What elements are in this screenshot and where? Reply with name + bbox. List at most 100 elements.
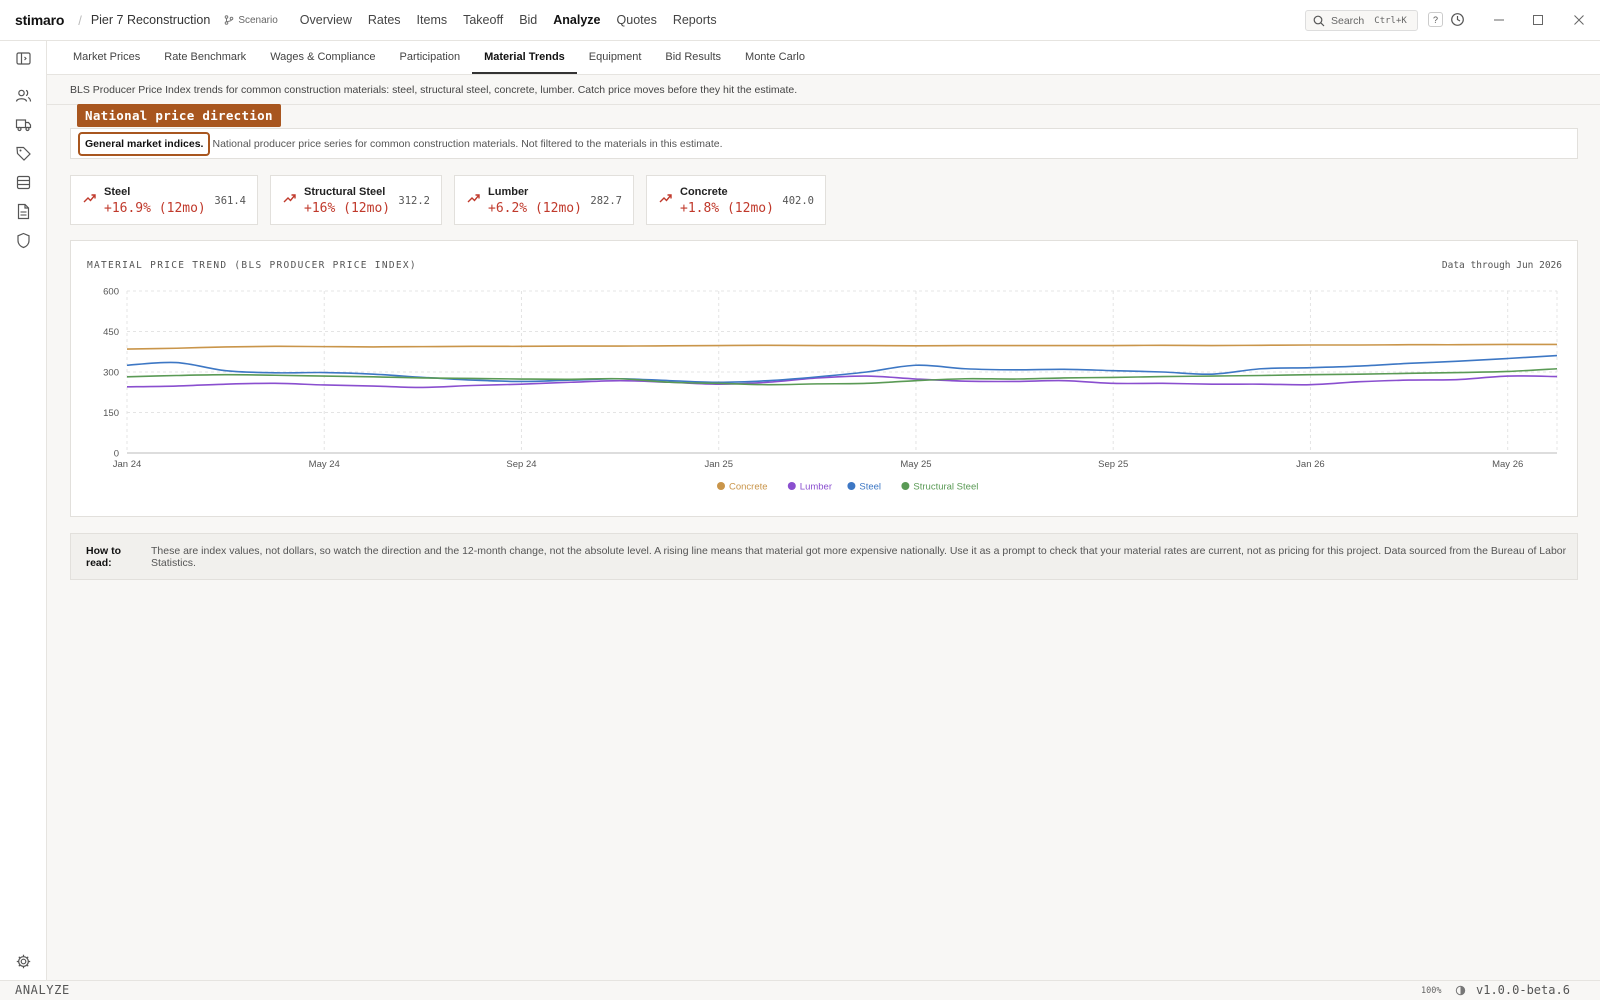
series-line-steel bbox=[126, 354, 1558, 384]
material-index-value: 361.4 bbox=[214, 195, 246, 207]
nav-reports[interactable]: Reports bbox=[665, 13, 725, 27]
material-card-lumber[interactable]: Lumber +6.2% (12mo) 282.7 bbox=[454, 175, 634, 225]
how-to-read-text: These are index values, not dollars, so … bbox=[150, 544, 1567, 569]
x-tick-label: May 25 bbox=[900, 459, 931, 470]
material-cards: Steel +16.9% (12mo) 361.4 Structural Steel +… bbox=[70, 175, 826, 225]
material-change: +1.8% (12mo) bbox=[680, 201, 774, 216]
material-name: Structural Steel bbox=[304, 186, 386, 198]
document-icon[interactable] bbox=[15, 203, 32, 220]
top-bar: stimaro / Pier 7 Reconstruction Scenario… bbox=[0, 0, 1600, 41]
x-tick-label: Jan 24 bbox=[113, 459, 142, 470]
tab-participation[interactable]: Participation bbox=[388, 41, 473, 74]
notice-banner: General market indices. National produce… bbox=[70, 128, 1578, 159]
legend-marker-steel bbox=[847, 482, 856, 490]
tab-material-trends[interactable]: Material Trends bbox=[472, 41, 577, 74]
status-mode: ANALYZE bbox=[15, 983, 70, 997]
material-index-value: 312.2 bbox=[398, 195, 430, 207]
status-bar: ANALYZE 100% v1.0.0-beta.6 bbox=[0, 980, 1600, 1000]
branch-icon bbox=[225, 15, 234, 25]
history-icon[interactable] bbox=[1450, 12, 1465, 27]
material-name: Lumber bbox=[488, 186, 529, 198]
tab-wages-and-compliance[interactable]: Wages & Compliance bbox=[258, 41, 387, 74]
trend-up-icon bbox=[659, 194, 672, 203]
x-tick-label: Sep 24 bbox=[506, 459, 536, 470]
nav-takeoff[interactable]: Takeoff bbox=[455, 13, 511, 27]
zoom-level[interactable]: 100% bbox=[1421, 986, 1441, 996]
search-shortcut: Ctrl+K bbox=[1374, 15, 1407, 26]
project-name[interactable]: Pier 7 Reconstruction bbox=[91, 13, 211, 27]
x-tick-label: Jan 26 bbox=[1296, 459, 1325, 470]
nav-analyze[interactable]: Analyze bbox=[545, 13, 608, 27]
trend-up-icon bbox=[467, 194, 480, 203]
scenario-label: Scenario bbox=[238, 14, 278, 26]
breadcrumb-separator: / bbox=[78, 12, 82, 28]
y-tick-label: 300 bbox=[103, 368, 119, 379]
material-name: Steel bbox=[104, 186, 131, 198]
trend-up-icon bbox=[283, 194, 296, 203]
material-change: +16% (12mo) bbox=[304, 201, 391, 216]
help-button[interactable]: ? bbox=[1428, 12, 1443, 27]
material-card-structural-steel[interactable]: Structural Steel +16% (12mo) 312.2 bbox=[270, 175, 442, 225]
nav-overview[interactable]: Overview bbox=[292, 13, 360, 27]
left-rail bbox=[0, 41, 47, 980]
search-input[interactable]: Search Ctrl+K bbox=[1305, 10, 1418, 31]
material-index-value: 402.0 bbox=[782, 195, 814, 207]
nav-bid[interactable]: Bid bbox=[511, 13, 545, 27]
page-intro: BLS Producer Price Index trends for comm… bbox=[70, 84, 798, 96]
y-tick-label: 0 bbox=[114, 449, 119, 460]
sidebar-toggle-icon[interactable] bbox=[15, 50, 32, 67]
y-tick-label: 600 bbox=[103, 287, 119, 298]
legend-marker-concrete bbox=[717, 482, 725, 490]
users-icon[interactable] bbox=[15, 87, 32, 104]
scenario-button[interactable]: Scenario bbox=[224, 14, 278, 26]
gear-icon[interactable] bbox=[15, 953, 32, 970]
truck-icon[interactable] bbox=[15, 116, 32, 133]
material-index-value: 282.7 bbox=[590, 195, 622, 207]
maximize-icon[interactable] bbox=[1530, 12, 1546, 28]
shield-icon[interactable] bbox=[15, 232, 32, 249]
main-nav: Overview Rates Items Takeoff Bid Analyze Quote… bbox=[292, 13, 725, 27]
tab-equipment[interactable]: Equipment bbox=[577, 41, 654, 74]
tag-icon[interactable] bbox=[15, 145, 32, 162]
x-tick-label: Sep 25 bbox=[1098, 459, 1128, 470]
tab-rate-benchmark[interactable]: Rate Benchmark bbox=[152, 41, 258, 74]
nav-rates[interactable]: Rates bbox=[360, 13, 409, 27]
legend-label-structural-steel: Structural Steel bbox=[913, 482, 978, 493]
material-name: Concrete bbox=[680, 186, 728, 198]
x-tick-label: May 24 bbox=[309, 459, 340, 470]
app-version: v1.0.0-beta.6 bbox=[1476, 983, 1570, 997]
series-line-concrete bbox=[126, 343, 1558, 350]
tab-bid-results[interactable]: Bid Results bbox=[653, 41, 733, 74]
legend-marker-structural-steel bbox=[901, 482, 910, 490]
nav-quotes[interactable]: Quotes bbox=[609, 13, 665, 27]
series-line-lumber bbox=[126, 375, 1558, 389]
legend-label-steel: Steel bbox=[859, 482, 881, 493]
tab-market-prices[interactable]: Market Prices bbox=[61, 41, 152, 74]
app-logo[interactable]: stimaro bbox=[15, 12, 64, 28]
how-to-read-label: How to read: bbox=[86, 544, 121, 569]
analyze-subtabs: Market Prices Rate Benchmark Wages & Compl… bbox=[47, 41, 1600, 75]
trend-up-icon bbox=[83, 194, 96, 203]
material-card-concrete[interactable]: Concrete +1.8% (12mo) 402.0 bbox=[646, 175, 826, 225]
nav-items[interactable]: Items bbox=[409, 13, 456, 27]
chart-panel: 0 150 300 450 600 Jan 24 May 24 Sep 24 Jan 25 May… bbox=[70, 240, 1578, 517]
theme-toggle-icon[interactable] bbox=[1455, 985, 1466, 996]
y-tick-label: 150 bbox=[103, 408, 119, 419]
material-price-chart: 0 150 300 450 600 Jan 24 May 24 Sep 24 Jan 25 May… bbox=[103, 287, 1558, 493]
x-tick-label: May 26 bbox=[1492, 459, 1523, 470]
chart-note: Data through Jun 2026 bbox=[1441, 260, 1562, 271]
notice-strong: General market indices. bbox=[78, 131, 211, 156]
minimize-icon[interactable] bbox=[1491, 12, 1507, 28]
material-change: +16.9% (12mo) bbox=[104, 201, 206, 216]
price-direction-flag: National price direction bbox=[77, 104, 281, 127]
search-icon bbox=[1313, 15, 1325, 26]
material-card-steel[interactable]: Steel +16.9% (12mo) 361.4 bbox=[70, 175, 258, 225]
search-placeholder: Search bbox=[1331, 14, 1365, 27]
how-to-read: How to read: These are index values, not… bbox=[70, 533, 1578, 580]
notice-text: National producer price series for commo… bbox=[212, 137, 723, 150]
x-tick-label: Jan 25 bbox=[704, 459, 733, 470]
database-icon[interactable] bbox=[15, 174, 32, 191]
legend-label-concrete: Concrete bbox=[729, 482, 768, 493]
tab-monte-carlo[interactable]: Monte Carlo bbox=[733, 41, 817, 74]
close-icon[interactable] bbox=[1571, 12, 1587, 28]
